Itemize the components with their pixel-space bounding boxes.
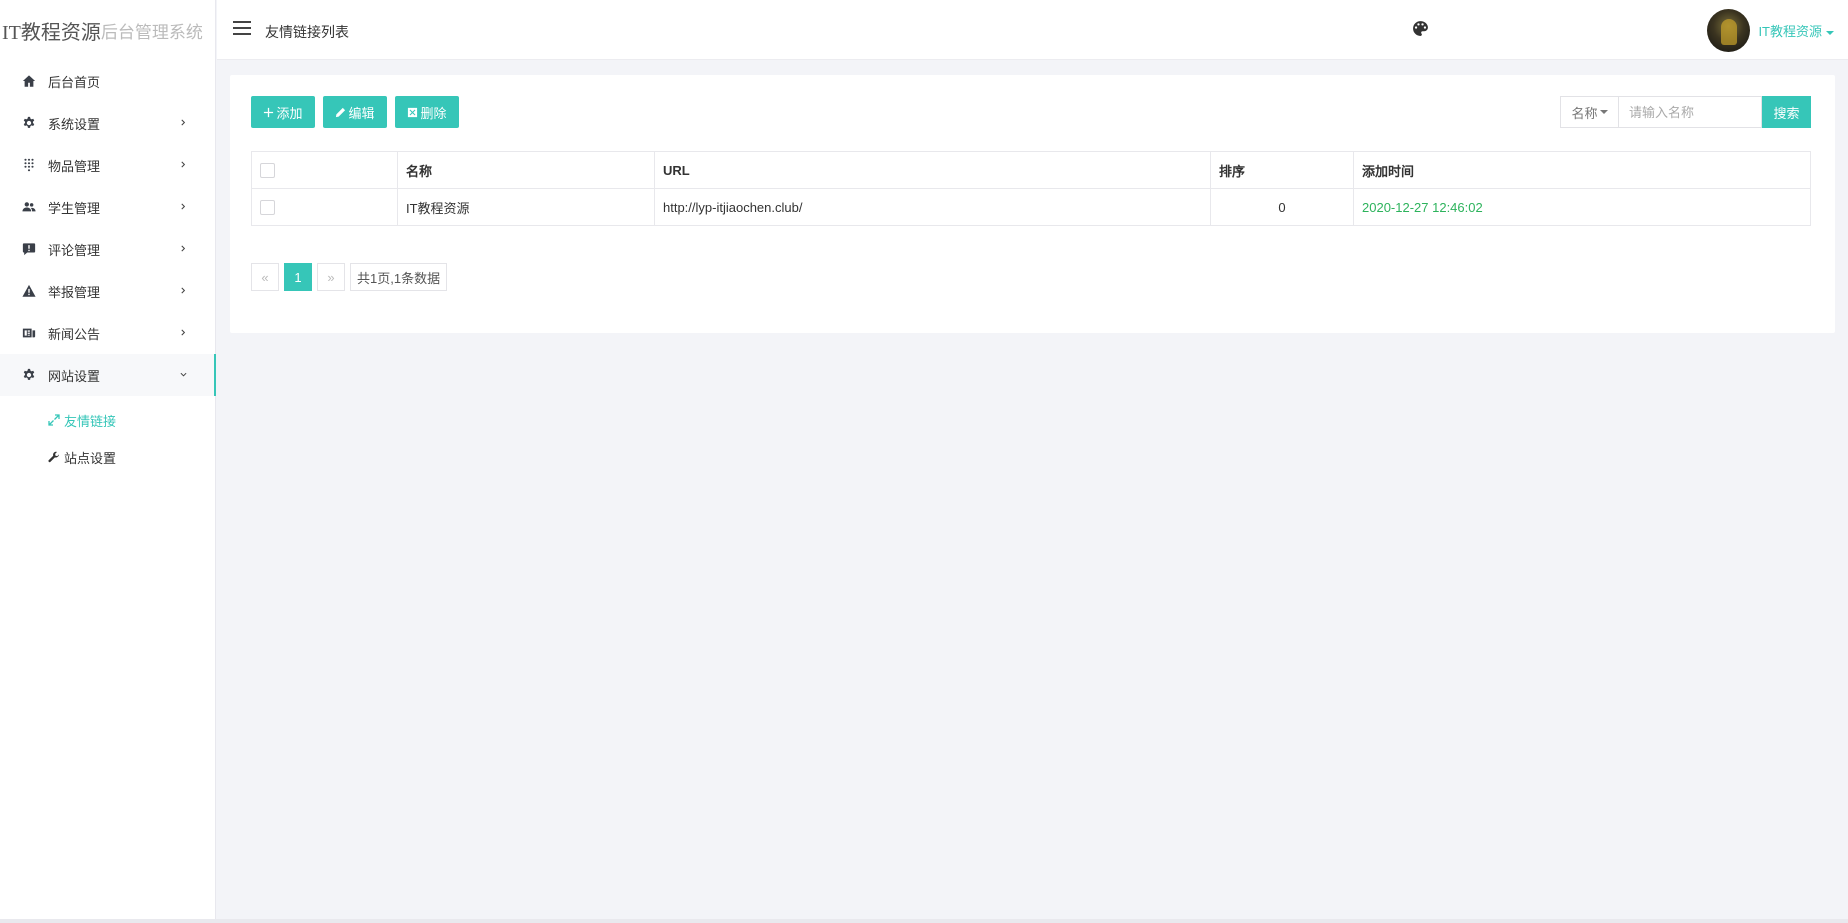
sidebar-item-label: 新闻公告 — [48, 326, 101, 342]
sidebar-item-comments[interactable]: 评论管理 — [0, 228, 215, 270]
chevron-right-icon — [178, 157, 188, 171]
chevron-right-icon — [178, 283, 188, 297]
row-checkbox-cell — [251, 188, 398, 226]
close-box-icon — [408, 107, 418, 117]
comment-alert-icon — [21, 241, 37, 257]
news-icon — [21, 325, 37, 341]
user-menu[interactable]: IT教程资源 — [1758, 21, 1834, 40]
delete-button[interactable]: 删除 — [395, 96, 459, 128]
content-panel: 添加 编辑 删除 名称 搜索 名称 URL 排序 添加时间 IT教程资源 htt… — [230, 75, 1835, 333]
chevron-right-icon — [178, 115, 188, 129]
select-all-cell — [251, 151, 398, 189]
search-button[interactable]: 搜索 — [1762, 96, 1811, 128]
sidebar-submenu: 友情链接 站点设置 — [0, 396, 215, 476]
sidebar-item-reports[interactable]: 举报管理 — [0, 270, 215, 312]
chevron-down-icon — [178, 367, 188, 381]
column-header-url[interactable]: URL — [654, 151, 1211, 189]
sidebar-item-home[interactable]: 后台首页 — [0, 60, 215, 102]
brand-title: IT教程资源 — [2, 21, 101, 44]
gear-icon — [21, 367, 37, 383]
sidebar-item-items[interactable]: 物品管理 — [0, 144, 215, 186]
sidebar-item-students[interactable]: 学生管理 — [0, 186, 215, 228]
user-name: IT教程资源 — [1758, 24, 1822, 39]
row-checkbox[interactable] — [260, 200, 275, 216]
sidebar-menu: 后台首页 系统设置 物品管理 学生管理 评论管理 举报管理 新闻公告 网站设置 — [0, 60, 216, 396]
cell-sort: 0 — [1210, 188, 1354, 226]
search-field-label: 名称 — [1571, 105, 1598, 121]
dots-grid-icon — [21, 157, 37, 173]
cell-url: http://lyp-itjiaochen.club/ — [654, 188, 1211, 226]
next-page-button[interactable]: » — [317, 263, 345, 291]
home-icon — [21, 73, 37, 89]
caret-down-icon — [1826, 30, 1834, 35]
bottom-bar — [0, 919, 1848, 923]
brand-subtitle: 后台管理系统 — [100, 22, 203, 42]
edit-button-label: 编辑 — [348, 105, 375, 121]
page-number-button[interactable]: 1 — [284, 263, 312, 291]
sidebar-item-website-settings[interactable]: 网站设置 — [0, 354, 216, 396]
sidebar-item-news[interactable]: 新闻公告 — [0, 312, 215, 354]
sidebar-subitem-label: 站点设置 — [64, 451, 117, 466]
search-field-select[interactable]: 名称 — [1560, 96, 1618, 128]
edit-button[interactable]: 编辑 — [323, 96, 387, 128]
menu-toggle-icon[interactable] — [233, 21, 251, 37]
sidebar-subitem-site-settings[interactable]: 站点设置 — [0, 439, 215, 476]
warning-icon — [21, 283, 37, 299]
sidebar-item-label: 评论管理 — [48, 242, 101, 258]
chevron-right-icon — [178, 199, 188, 213]
sidebar-item-label: 物品管理 — [48, 158, 101, 174]
chevron-right-icon — [178, 241, 188, 255]
chevron-right-icon — [178, 325, 188, 339]
gear-icon — [21, 115, 37, 131]
select-all-checkbox[interactable] — [260, 163, 275, 179]
wrench-icon — [48, 451, 61, 464]
plus-icon — [264, 107, 274, 117]
prev-page-button[interactable]: « — [251, 263, 279, 291]
sidebar-item-system-settings[interactable]: 系统设置 — [0, 102, 215, 144]
top-header: 友情链接列表 IT教程资源 — [217, 0, 1848, 60]
pagination: « 1 » 共1页,1条数据 — [251, 263, 448, 291]
palette-icon[interactable] — [1412, 20, 1430, 38]
page-title: 友情链接列表 — [265, 24, 349, 40]
table-header-row: 名称 URL 排序 添加时间 — [251, 151, 1811, 189]
add-button-label: 添加 — [276, 105, 303, 121]
add-button[interactable]: 添加 — [251, 96, 315, 128]
pencil-icon — [336, 107, 346, 117]
expand-arrows-icon — [48, 414, 61, 427]
delete-button-label: 删除 — [420, 105, 447, 121]
sidebar: IT教程资源 后台管理系统 后台首页 系统设置 物品管理 学生管理 评论管理 举… — [0, 0, 216, 923]
column-header-name[interactable]: 名称 — [397, 151, 655, 189]
column-header-sort[interactable]: 排序 — [1210, 151, 1354, 189]
sidebar-item-label: 举报管理 — [48, 284, 101, 300]
cell-time: 2020-12-27 12:46:02 — [1353, 188, 1811, 226]
sidebar-item-label: 网站设置 — [48, 368, 101, 384]
avatar[interactable] — [1707, 9, 1750, 52]
cell-name: IT教程资源 — [397, 188, 655, 226]
search-input[interactable] — [1618, 96, 1762, 128]
pagination-info: 共1页,1条数据 — [350, 263, 448, 291]
sidebar-item-label: 后台首页 — [48, 74, 101, 90]
sidebar-item-label: 系统设置 — [48, 116, 101, 132]
column-header-time[interactable]: 添加时间 — [1353, 151, 1811, 189]
sidebar-item-label: 学生管理 — [48, 200, 101, 216]
caret-down-icon — [1599, 110, 1608, 114]
brand-logo[interactable]: IT教程资源 后台管理系统 — [0, 0, 215, 60]
links-table: 名称 URL 排序 添加时间 IT教程资源 http://lyp-itjiaoc… — [251, 151, 1811, 226]
people-icon — [21, 199, 37, 215]
sidebar-subitem-friend-links[interactable]: 友情链接 — [0, 402, 215, 439]
table-row[interactable]: IT教程资源 http://lyp-itjiaochen.club/ 0 202… — [251, 188, 1811, 226]
sidebar-subitem-label: 友情链接 — [64, 414, 117, 429]
